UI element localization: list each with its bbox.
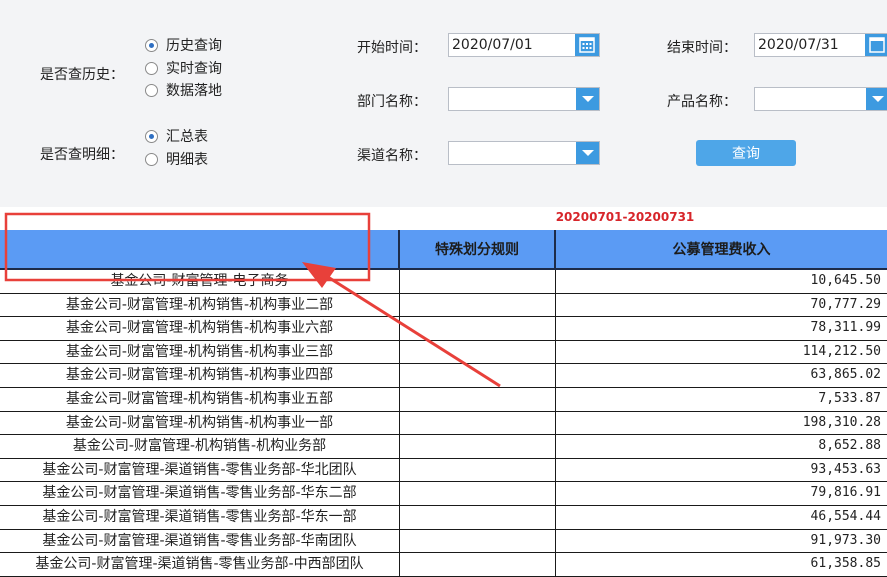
calendar-icon[interactable]	[575, 34, 599, 56]
row-amount: 46,554.44	[810, 508, 881, 524]
end-date-value: 2020/07/31	[758, 37, 839, 53]
radio-data-landing[interactable]: 数据落地	[145, 80, 222, 100]
row-rule	[400, 340, 556, 364]
table-row: 基金公司-财富管理-机构销售-机构业务部 8,652.88	[0, 435, 887, 459]
table-row: 基金公司-财富管理-机构销售-机构事业三部 114,212.50	[0, 340, 887, 365]
row-amount: 79,816.91	[810, 485, 881, 501]
dept-label: 部门名称：	[357, 94, 427, 110]
header-name-column	[0, 230, 400, 270]
row-rule	[400, 529, 556, 553]
row-amount: 63,865.02	[810, 367, 881, 383]
report-table: 基金公司-财富管理-电子商务 10,645.50 基金公司-财富管理-机构销售-…	[0, 270, 887, 577]
channel-label: 渠道名称：	[357, 148, 427, 164]
history-label: 是否查历史：	[40, 67, 124, 83]
row-amount: 10,645.50	[810, 273, 881, 288]
radio-label: 数据落地	[166, 83, 222, 99]
table-row: 基金公司-财富管理-渠道销售-零售业务部-华东一部 46,554.44	[0, 505, 887, 530]
chevron-down-icon[interactable]	[576, 142, 599, 164]
row-amount: 70,777.29	[810, 296, 881, 312]
row-amount: 61,358.85	[810, 556, 881, 572]
row-name: 基金公司-财富管理-机构销售-机构事业一部	[0, 411, 400, 435]
end-time-label: 结束时间：	[667, 40, 737, 56]
row-amount: 7,533.87	[818, 390, 881, 406]
row-amount: 78,311.99	[810, 320, 881, 336]
radio-label: 明细表	[166, 152, 208, 168]
detail-label: 是否查明细：	[40, 147, 124, 163]
product-label: 产品名称：	[667, 94, 737, 110]
table-row: 基金公司-财富管理-机构销售-机构事业一部 198,310.28	[0, 411, 887, 436]
radio-label: 历史查询	[166, 38, 222, 54]
radio-realtime-query[interactable]: 实时查询	[145, 58, 222, 78]
row-rule	[400, 458, 556, 482]
row-rule	[400, 364, 556, 387]
row-name: 基金公司-财富管理-机构销售-机构业务部	[0, 435, 400, 458]
table-row: 基金公司-财富管理-电子商务 10,645.50	[0, 270, 887, 294]
radio-selected-icon[interactable]	[145, 129, 158, 143]
radio-label: 实时查询	[166, 61, 222, 77]
chevron-down-icon[interactable]	[866, 88, 887, 110]
radio-selected-icon[interactable]	[145, 38, 158, 52]
row-name: 基金公司-财富管理-渠道销售-零售业务部-华东一部	[0, 505, 400, 529]
table-row: 基金公司-财富管理-机构销售-机构事业五部 7,533.87	[0, 387, 887, 412]
row-name: 基金公司-财富管理-机构销售-机构事业六部	[0, 317, 400, 340]
row-amount: 198,310.28	[802, 414, 881, 430]
row-rule	[400, 435, 556, 458]
start-time-label: 开始时间：	[357, 40, 427, 56]
row-rule	[400, 482, 556, 505]
row-amount: 93,453.63	[810, 461, 881, 477]
radio-icon[interactable]	[145, 152, 158, 166]
table-row: 基金公司-财富管理-渠道销售-零售业务部-华东二部 79,816.91	[0, 482, 887, 506]
row-name: 基金公司-财富管理-机构销售-机构事业三部	[0, 340, 400, 364]
row-rule	[400, 293, 556, 317]
row-name: 基金公司-财富管理-渠道销售-零售业务部-华北团队	[0, 458, 400, 482]
row-name: 基金公司-财富管理-机构销售-机构事业五部	[0, 387, 400, 411]
report-title: 20200701-20200731	[555, 210, 695, 224]
row-rule	[400, 317, 556, 340]
row-name: 基金公司-财富管理-机构销售-机构事业四部	[0, 364, 400, 387]
row-amount: 91,973.30	[810, 532, 881, 548]
calendar-icon[interactable]	[865, 34, 887, 56]
row-name: 基金公司-财富管理-渠道销售-零售业务部-华南团队	[0, 529, 400, 553]
start-date-input[interactable]: 2020/07/01	[448, 33, 600, 57]
start-date-value: 2020/07/01	[452, 37, 533, 53]
table-row: 基金公司-财富管理-机构销售-机构事业六部 78,311.99	[0, 317, 887, 341]
row-rule	[400, 553, 556, 576]
filter-panel: 是否查历史： 历史查询 实时查询 数据落地 是否查明细： 汇总表 明细表 开始时…	[0, 0, 887, 207]
table-row: 基金公司-财富管理-机构销售-机构事业四部 63,865.02	[0, 364, 887, 388]
row-amount: 114,212.50	[802, 343, 881, 359]
query-button[interactable]: 查询	[696, 140, 796, 166]
radio-icon[interactable]	[145, 83, 158, 97]
product-select[interactable]	[754, 87, 887, 111]
radio-icon[interactable]	[145, 61, 158, 75]
radio-history-query[interactable]: 历史查询	[145, 35, 222, 55]
table-row: 基金公司-财富管理-机构销售-机构事业二部 70,777.29	[0, 293, 887, 318]
table-row: 基金公司-财富管理-渠道销售-零售业务部-中西部团队 61,358.85	[0, 553, 887, 577]
row-name: 基金公司-财富管理-渠道销售-零售业务部-中西部团队	[0, 553, 400, 576]
row-rule	[400, 505, 556, 529]
row-rule	[400, 270, 556, 293]
radio-summary-table[interactable]: 汇总表	[145, 126, 208, 146]
row-rule	[400, 387, 556, 411]
row-name: 基金公司-财富管理-渠道销售-零售业务部-华东二部	[0, 482, 400, 505]
row-name: 基金公司-财富管理-机构销售-机构事业二部	[0, 293, 400, 317]
table-row: 基金公司-财富管理-渠道销售-零售业务部-华北团队 93,453.63	[0, 458, 887, 483]
radio-detail-table[interactable]: 明细表	[145, 149, 208, 169]
header-rule-column: 特殊划分规则	[400, 230, 556, 270]
row-amount: 8,652.88	[818, 438, 881, 454]
row-name: 基金公司-财富管理-电子商务	[0, 270, 400, 293]
channel-select[interactable]	[448, 141, 600, 165]
row-rule	[400, 411, 556, 435]
end-date-input[interactable]: 2020/07/31	[754, 33, 887, 57]
chevron-down-icon[interactable]	[576, 88, 599, 110]
dept-select[interactable]	[448, 87, 600, 111]
table-row: 基金公司-财富管理-渠道销售-零售业务部-华南团队 91,973.30	[0, 529, 887, 554]
radio-label: 汇总表	[166, 129, 208, 145]
header-amount-column: 公募管理费收入	[556, 230, 887, 270]
